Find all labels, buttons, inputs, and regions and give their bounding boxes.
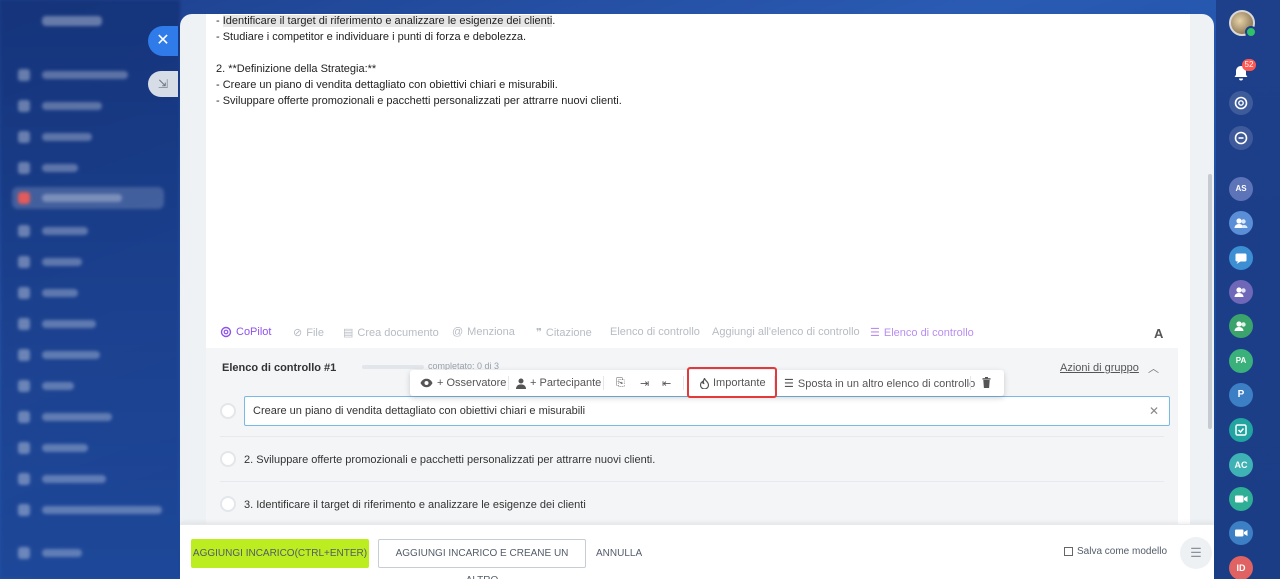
paperclip-icon: ⊘ (293, 327, 303, 339)
create-document-button[interactable]: ▤ Crea documento (343, 326, 439, 340)
quote-icon: ❞ (536, 327, 542, 339)
checklist-active-button[interactable]: ☰ Elenco di controllo (870, 326, 974, 340)
delete-item-button[interactable] (982, 377, 991, 388)
avatar-pa[interactable]: PA (1229, 349, 1253, 373)
checklist-button[interactable]: Elenco di controllo (610, 326, 700, 338)
text-format-button[interactable]: A (1154, 326, 1163, 341)
video-call-icon[interactable] (1229, 521, 1253, 545)
add-task-button[interactable]: AGGIUNGI INCARICO(CTRL+ENTER) (191, 539, 369, 568)
avatar-p[interactable]: P (1229, 383, 1253, 407)
eye-icon (420, 378, 433, 388)
checklist-item-edit-field[interactable]: Creare un piano di vendita dettagliato c… (244, 396, 1170, 426)
chat-sidebar-button[interactable] (1229, 126, 1253, 150)
checklist-item-checkbox[interactable] (220, 496, 236, 512)
file-button[interactable]: ⊘ File (293, 326, 324, 340)
indent-icon: ⇥ (640, 378, 650, 390)
notification-count-badge: 52 (1242, 59, 1256, 71)
video-call-icon[interactable] (1229, 487, 1253, 511)
checklist-item-checkbox[interactable] (220, 451, 236, 467)
document-icon: ▤ (343, 327, 354, 339)
group-chat-icon[interactable] (1229, 280, 1253, 304)
group-chat-icon[interactable] (1229, 314, 1253, 338)
add-to-checklist-button[interactable]: Aggiungi all'elenco di controllo (712, 326, 860, 338)
chat-icon (1234, 131, 1248, 145)
divider (970, 376, 971, 390)
copilot-sidebar-button[interactable] (1229, 91, 1253, 115)
divider (683, 376, 684, 390)
task-editor-footer: AGGIUNGI INCARICO(CTRL+ENTER) AGGIUNGI I… (180, 524, 1214, 579)
description-line: - Studiare i competitor e individuare i … (216, 31, 527, 43)
tasks-icon[interactable] (1229, 418, 1253, 442)
avatar-id[interactable]: ID (1229, 556, 1253, 579)
divider (220, 481, 1164, 482)
trash-icon (982, 377, 991, 388)
copilot-button[interactable]: CoPilot (220, 326, 271, 338)
indent-button[interactable]: ⇥ (640, 377, 649, 390)
scrollbar[interactable] (1208, 174, 1212, 429)
avatar-as[interactable]: AS (1229, 177, 1253, 201)
save-as-template-checkbox[interactable]: Salva come modello (1064, 546, 1167, 557)
avatar-ac[interactable]: AC (1229, 453, 1253, 477)
divider (508, 376, 509, 390)
checklist-item[interactable]: 3. Identificare il target di riferimento… (244, 499, 586, 511)
minimize-icon: ⇲ (157, 77, 169, 91)
checklist-title: Elenco di controllo #1 (222, 362, 337, 374)
cancel-button[interactable]: ANNULLA (596, 548, 642, 559)
editor-toolbar: CoPilot ⊘ File ▤ Crea documento @ Menzio… (220, 326, 1180, 342)
important-highlight-frame (687, 367, 777, 398)
checklist-item-checkbox[interactable] (220, 403, 236, 419)
online-status-icon (1245, 26, 1257, 38)
selected-text: Identificare il target di riferimento e … (222, 15, 553, 27)
group-chat-icon[interactable] (1229, 211, 1253, 235)
menu-icon[interactable]: ☰ (1180, 537, 1212, 569)
add-task-and-create-another-button[interactable]: AGGIUNGI INCARICO E CREANE UN ALTRO (378, 539, 586, 579)
description-line: - Identificare il target di riferimento … (216, 15, 556, 27)
copilot-icon (220, 326, 232, 338)
description-line (216, 45, 622, 61)
task-editor-slider: - Identificare il target di riferimento … (180, 14, 1214, 579)
brand-logo (42, 16, 102, 26)
description-line: - Sviluppare offerte promozionali e pacc… (216, 95, 622, 107)
checklist-icon: ☰ (870, 327, 880, 339)
divider (220, 436, 1164, 437)
close-icon: ✕ (156, 32, 170, 49)
group-actions-link[interactable]: Azioni di gruppo (1060, 362, 1139, 374)
channel-icon[interactable] (1229, 246, 1253, 270)
mention-button[interactable]: @ Menziona (452, 326, 515, 338)
description-line: 2. **Definizione della Strategia:** (216, 63, 377, 75)
quote-button[interactable]: ❞ Citazione (536, 326, 592, 340)
outdent-button[interactable]: ⇤ (662, 377, 671, 390)
checkbox-icon[interactable] (1064, 547, 1073, 556)
chevron-up-icon[interactable]: ︿ (1148, 360, 1159, 376)
move-to-checklist-button[interactable]: ☰ Sposta in un altro elenco di controllo (784, 377, 975, 391)
clear-icon[interactable]: ✕ (1149, 404, 1159, 418)
list-icon: ☰ (784, 378, 794, 390)
description-line: - Creare un piano di vendita dettagliato… (216, 79, 558, 91)
attach-file-button[interactable]: ⎘ (616, 377, 625, 390)
checklist-progress-bar (362, 365, 424, 369)
outdent-icon: ⇤ (662, 378, 672, 390)
user-icon (516, 378, 526, 389)
at-icon: @ (452, 326, 464, 338)
close-slider-button[interactable]: ✕ (148, 26, 178, 56)
divider (603, 376, 604, 390)
nav-item-active (12, 187, 164, 209)
checklist-item[interactable]: 2. Sviluppare offerte promozionali e pac… (244, 454, 655, 466)
minimize-slider-button[interactable]: ⇲ (148, 71, 178, 97)
add-observer-button[interactable]: + Osservatore (420, 377, 506, 389)
add-participant-button[interactable]: + Partecipante (516, 377, 601, 389)
task-description-editor[interactable]: - Identificare il target di riferimento … (216, 14, 622, 109)
attachment-icon: ⎘ (616, 377, 625, 389)
copilot-icon (1234, 96, 1248, 110)
